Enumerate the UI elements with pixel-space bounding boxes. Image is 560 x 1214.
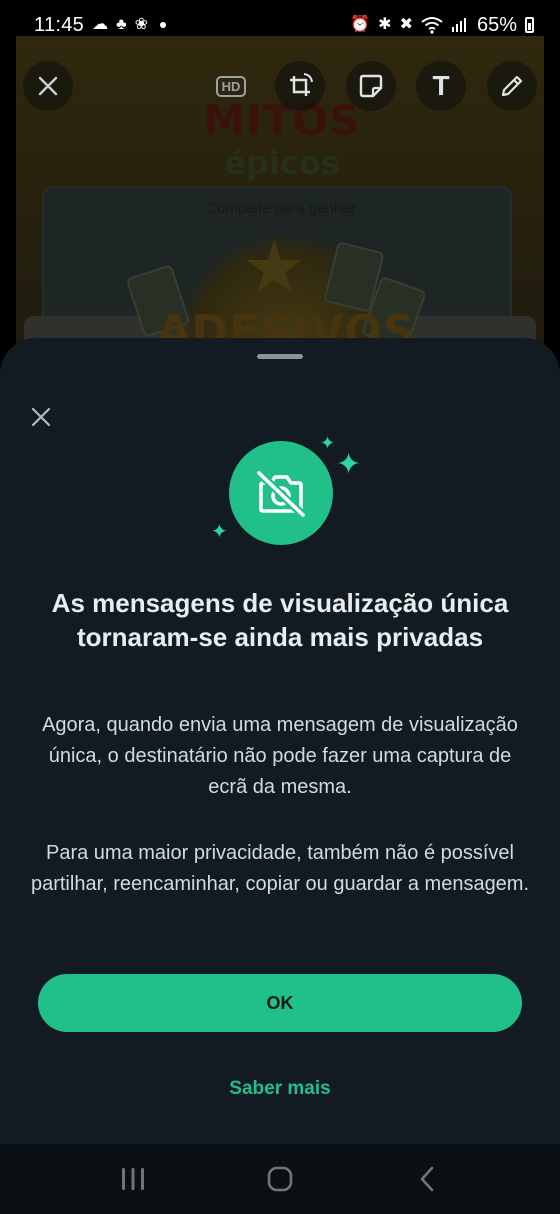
sparkle-icon: ✦	[211, 521, 228, 543]
view-once-info-sheet: ✦ ✦ ✦ As mensagens de visualização única…	[0, 338, 560, 1144]
recent-apps-button[interactable]	[103, 1154, 163, 1204]
back-icon	[420, 1166, 433, 1192]
sheet-title: As mensagens de visualização única torna…	[51, 588, 509, 652]
cat-icon: ♣	[116, 16, 127, 33]
pencil-icon	[501, 75, 523, 97]
close-icon	[38, 76, 58, 96]
hd-button[interactable]: HD	[206, 61, 256, 111]
status-time: 11:45	[34, 13, 85, 36]
recent-apps-icon	[122, 1168, 145, 1190]
ok-button[interactable]: OK	[38, 974, 522, 1032]
hero-badge	[229, 441, 333, 545]
crop-rotate-icon	[290, 73, 313, 96]
alarm-icon: ⏰	[350, 16, 371, 33]
battery-percent: 65%	[476, 13, 517, 36]
system-nav-bar	[0, 1144, 560, 1214]
home-icon	[267, 1166, 293, 1192]
sticker-icon	[359, 74, 383, 98]
drag-handle[interactable]	[257, 354, 303, 359]
hd-icon: HD	[215, 75, 247, 97]
sparkle-icon: ✦	[336, 448, 362, 481]
sheet-close-button[interactable]	[26, 402, 56, 432]
text-icon: T	[432, 70, 450, 101]
status-bar: 11:45 ☁ ♣ ❀ ⏰ ✱ ✖ 65%	[0, 0, 560, 50]
screen: 11:45 ☁ ♣ ❀ ⏰ ✱ ✖ 65% MITOS épicos Compl…	[0, 0, 560, 1214]
signal-icon	[451, 18, 466, 32]
close-icon	[31, 407, 51, 427]
mute-icon: ✖	[399, 16, 413, 33]
editor-close-button[interactable]	[23, 61, 73, 111]
wifi-icon	[421, 17, 443, 34]
learn-more-link[interactable]: Saber mais	[180, 1078, 380, 1100]
text-tool-button[interactable]: T	[416, 61, 466, 111]
back-button[interactable]	[397, 1154, 457, 1204]
battery-icon	[525, 17, 534, 33]
draw-button[interactable]	[487, 61, 537, 111]
no-camera-icon	[255, 469, 307, 519]
pinwheel-icon: ❀	[134, 16, 148, 33]
status-left: 11:45 ☁ ♣ ❀	[34, 14, 166, 37]
sparkle-icon: ✦	[320, 433, 336, 453]
sticker-button[interactable]	[346, 61, 396, 111]
sheet-paragraph-1: Agora, quando envia uma mensagem de visu…	[42, 714, 518, 798]
bluetooth-icon: ✱	[378, 16, 392, 33]
status-right: ⏰ ✱ ✖ 65%	[350, 14, 534, 37]
crop-rotate-button[interactable]	[275, 61, 325, 111]
home-button[interactable]	[250, 1154, 310, 1204]
sheet-paragraph-2: Para uma maior privacidade, também não é…	[30, 842, 530, 895]
dot-icon	[159, 22, 166, 28]
cloud-icon: ☁	[92, 16, 109, 33]
